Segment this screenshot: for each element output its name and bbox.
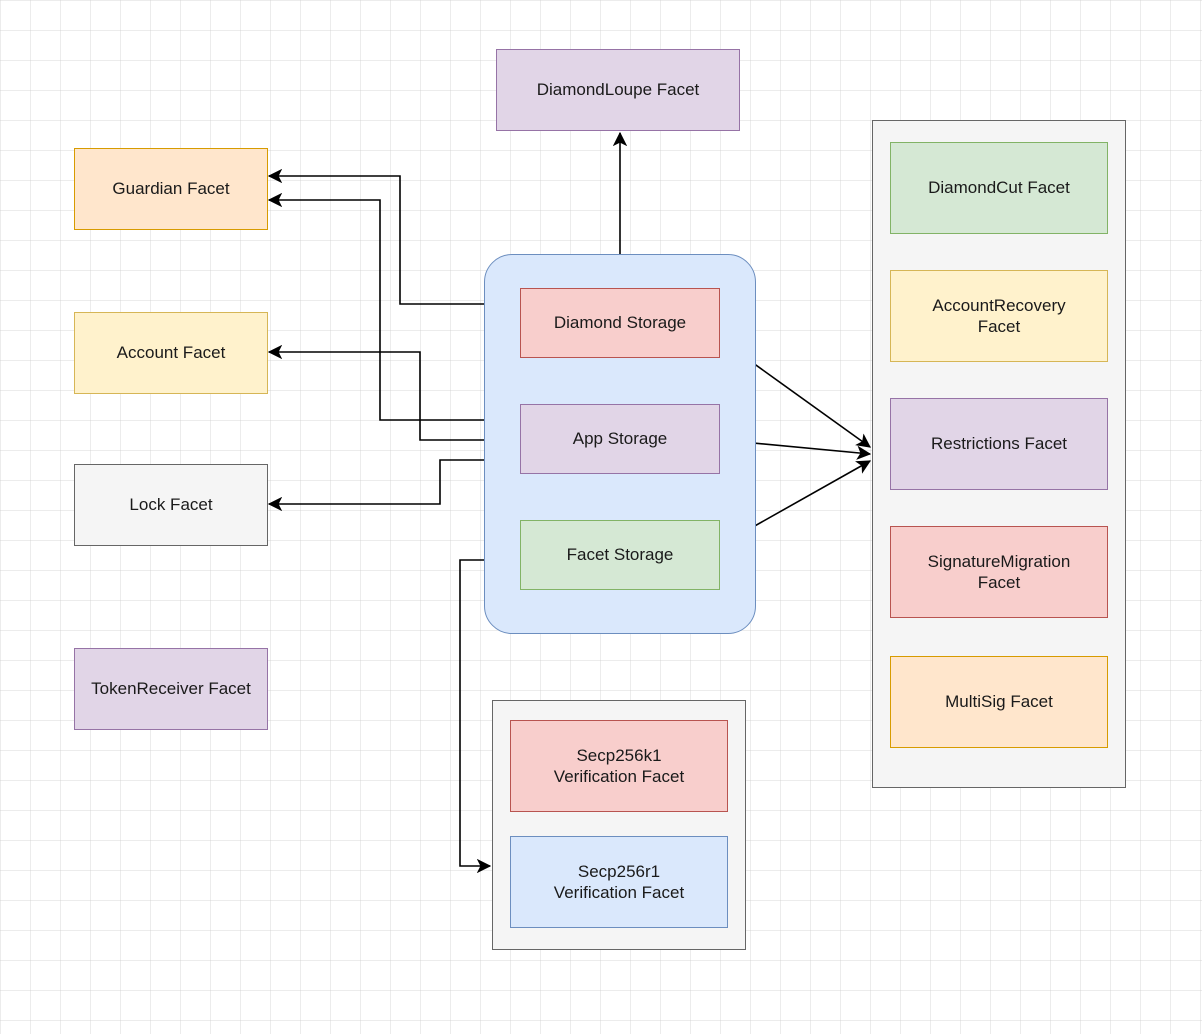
node-guardian-facet[interactable]: Guardian Facet [74, 148, 268, 230]
node-account-recovery-facet[interactable]: AccountRecovery Facet [890, 270, 1108, 362]
edge-appstorage-to-guardian [269, 200, 519, 420]
diagram-canvas: DiamondLoupe Facet Guardian Facet Accoun… [0, 0, 1202, 1034]
node-signature-migration-facet[interactable]: SignatureMigration Facet [890, 526, 1108, 618]
node-multisig-facet[interactable]: MultiSig Facet [890, 656, 1108, 748]
node-facet-storage[interactable]: Facet Storage [520, 520, 720, 590]
node-secp256r1-verification-facet[interactable]: Secp256r1 Verification Facet [510, 836, 728, 928]
node-app-storage[interactable]: App Storage [520, 404, 720, 474]
node-secp256k1-verification-facet[interactable]: Secp256k1 Verification Facet [510, 720, 728, 812]
node-lock-facet[interactable]: Lock Facet [74, 464, 268, 546]
node-account-facet[interactable]: Account Facet [74, 312, 268, 394]
node-diamond-cut-facet[interactable]: DiamondCut Facet [890, 142, 1108, 234]
node-token-receiver-facet[interactable]: TokenReceiver Facet [74, 648, 268, 730]
edge-appstorage-to-lock [269, 460, 519, 504]
node-diamond-storage[interactable]: Diamond Storage [520, 288, 720, 358]
edge-diamondstorage-to-guardian [269, 176, 519, 304]
node-restrictions-facet[interactable]: Restrictions Facet [890, 398, 1108, 490]
edge-appstorage-to-account [269, 352, 519, 440]
node-diamond-loupe-facet[interactable]: DiamondLoupe Facet [496, 49, 740, 131]
